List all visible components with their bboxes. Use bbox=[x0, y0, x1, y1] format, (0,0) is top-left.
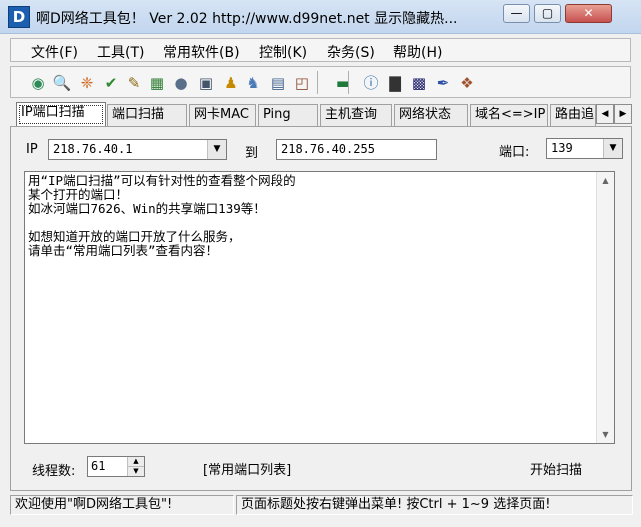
scroll-down-icon[interactable]: ▼ bbox=[597, 426, 614, 443]
pen-icon[interactable]: ✒ bbox=[433, 73, 453, 93]
chevron-down-icon[interactable]: ▼ bbox=[207, 140, 226, 159]
common-ports-list-button[interactable]: [常用端口列表] bbox=[203, 459, 291, 478]
stepper-down-icon[interactable]: ▼ bbox=[128, 467, 144, 476]
minimize-button[interactable]: — bbox=[503, 4, 530, 23]
stepper-up-icon[interactable]: ▲ bbox=[128, 457, 144, 467]
tab-ip-port-scan[interactable]: IP端口扫描 bbox=[16, 102, 106, 127]
network-icon[interactable]: ❈ bbox=[77, 73, 97, 93]
tab-ping[interactable]: Ping bbox=[258, 104, 318, 126]
chart-icon[interactable]: ▦ bbox=[147, 73, 167, 93]
menu-misc[interactable]: 杂务(S) bbox=[327, 42, 375, 62]
menu-control[interactable]: 控制(K) bbox=[259, 42, 307, 62]
ip-end-input[interactable]: 218.76.40.255 bbox=[276, 139, 437, 160]
board-icon[interactable]: ▬ bbox=[333, 73, 353, 93]
tab-strip: IP端口扫描 端口扫描 网卡MAC Ping 主机查询 网络状态 域名<=>IP… bbox=[14, 102, 632, 128]
port-combo[interactable]: 139 ▼ bbox=[546, 138, 623, 159]
scroll-up-icon[interactable]: ▲ bbox=[597, 172, 614, 189]
threads-stepper[interactable]: 61 ▲ ▼ bbox=[87, 456, 145, 477]
tab-scroll-right-button[interactable]: ▶ bbox=[614, 104, 632, 124]
tab-scroll-left-button[interactable]: ◀ bbox=[596, 104, 614, 124]
scan-icon[interactable]: ◉ bbox=[28, 73, 48, 93]
tab-domain-ip[interactable]: 域名<=>IP bbox=[470, 104, 548, 126]
threads-value: 61 bbox=[91, 459, 106, 473]
server-icon[interactable]: ▤ bbox=[268, 73, 288, 93]
tab-host-query[interactable]: 主机查询 bbox=[320, 104, 392, 126]
ip-start-combo[interactable]: 218.76.40.1 ▼ bbox=[48, 139, 227, 160]
status-welcome: 欢迎使用"啊D网络工具包"! bbox=[10, 495, 234, 515]
tab-port-scan[interactable]: 端口扫描 bbox=[107, 104, 187, 126]
menu-tools[interactable]: 工具(T) bbox=[97, 42, 144, 62]
terminal-icon[interactable]: ▩ bbox=[409, 73, 429, 93]
ip-end-value: 218.76.40.255 bbox=[281, 142, 375, 156]
user-icon[interactable]: ♟ bbox=[221, 73, 241, 93]
menu-help[interactable]: 帮助(H) bbox=[393, 42, 442, 62]
port-value: 139 bbox=[551, 141, 573, 155]
menu-file[interactable]: 文件(F) bbox=[31, 42, 78, 62]
toolbar: ◉ 🔍 ❈ ✔ ✎ ▦ ● ▣ ♟ ♞ ▤ ◰ ▬ ⓘ ▇ ▩ ✒ ❖ bbox=[10, 66, 631, 98]
chevron-down-icon[interactable]: ▼ bbox=[603, 139, 622, 158]
app-icon: D bbox=[8, 6, 30, 28]
ip-label: IP bbox=[26, 142, 38, 157]
tools-icon[interactable]: ✎ bbox=[124, 73, 144, 93]
status-hint: 页面标题处按右键弹出菜单! 按Ctrl + 1~9 选择页面! bbox=[236, 495, 633, 515]
ip-start-value: 218.76.40.1 bbox=[53, 142, 133, 156]
globe-icon[interactable]: ● bbox=[171, 73, 191, 93]
title-bar[interactable]: D 啊D网络工具包！ Ver 2.02 http://www.d99net.ne… bbox=[0, 0, 641, 34]
info-textarea[interactable]: 用“IP端口扫描”可以有针对性的查看整个网段的 某个打开的端口！ 如冰河端口76… bbox=[24, 171, 615, 444]
status-bar: 欢迎使用"啊D网络工具包"! 页面标题处按右键弹出菜单! 按Ctrl + 1~9… bbox=[0, 495, 641, 527]
menu-common-software[interactable]: 常用软件(B) bbox=[163, 42, 240, 62]
main-window: D 啊D网络工具包！ Ver 2.02 http://www.d99net.ne… bbox=[0, 0, 641, 527]
info-text: 用“IP端口扫描”可以有针对性的查看整个网段的 某个打开的端口！ 如冰河端口76… bbox=[28, 173, 296, 258]
tab-route-trace[interactable]: 路由追 bbox=[550, 104, 596, 126]
check-icon[interactable]: ✔ bbox=[101, 73, 121, 93]
info-icon[interactable]: ⓘ bbox=[361, 73, 381, 93]
computers-icon[interactable]: ▣ bbox=[196, 73, 216, 93]
window-icon[interactable]: ◰ bbox=[292, 73, 312, 93]
tab-nic-mac[interactable]: 网卡MAC bbox=[189, 104, 256, 126]
maximize-button[interactable]: ▢ bbox=[534, 4, 561, 23]
group-icon[interactable]: ❖ bbox=[457, 73, 477, 93]
start-scan-button[interactable]: 开始扫描 bbox=[530, 459, 582, 478]
users-icon[interactable]: ♞ bbox=[243, 73, 263, 93]
menu-bar: 文件(F) 工具(T) 常用软件(B) 控制(K) 杂务(S) 帮助(H) bbox=[10, 38, 631, 62]
search-icon[interactable]: 🔍 bbox=[52, 73, 72, 93]
close-button[interactable]: ✕ bbox=[565, 4, 612, 23]
toolbar-separator bbox=[317, 71, 318, 94]
monitor-icon[interactable]: ▇ bbox=[385, 73, 405, 93]
toolbar-separator bbox=[348, 71, 349, 94]
port-label: 端口: bbox=[499, 145, 530, 160]
to-label: 到 bbox=[245, 146, 259, 161]
tab-network-status[interactable]: 网络状态 bbox=[394, 104, 468, 126]
window-title: 啊D网络工具包！ Ver 2.02 http://www.d99net.net … bbox=[36, 11, 458, 27]
threads-label: 线程数: bbox=[32, 464, 76, 479]
vertical-scrollbar[interactable]: ▲ ▼ bbox=[596, 172, 614, 443]
